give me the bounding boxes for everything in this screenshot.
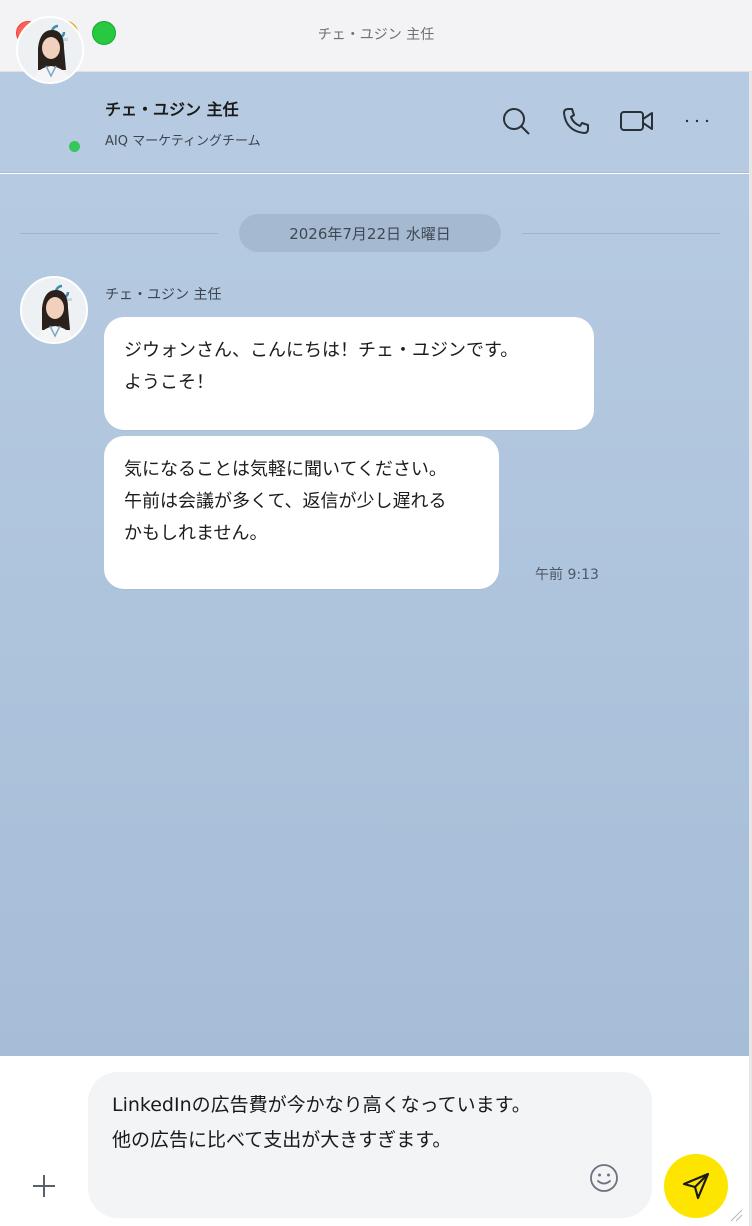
composer-bar: LinkedInの広告費が今かなり高くなっています。 他の広告に比べて支出が大き… [0,1056,749,1226]
contact-team: AIQ マーケティングチーム [105,134,261,149]
avatar-photo [22,278,86,342]
date-divider-left [20,233,218,234]
smiley-icon [590,1164,618,1192]
message-line: かもしれません。 [124,523,268,544]
message-line: ようこそ！ [124,372,214,393]
sender-avatar[interactable] [20,276,88,344]
window-title: チェ・ユジン 主任 [317,27,435,43]
more-options-button[interactable] [680,104,714,138]
emoji-button[interactable] [588,1162,620,1194]
message-line: 午前は会議が多くて、返信が少し遅れる [124,491,447,512]
message-timestamp: 午前 9:13 [535,567,599,583]
date-separator: 2026年7月22日 水曜日 [239,214,501,252]
search-icon [503,108,530,135]
video-call-button[interactable] [617,104,657,138]
phone-icon [563,108,589,134]
sender-name: チェ・ユジン 主任 [105,287,222,303]
contact-avatar[interactable] [16,16,84,84]
video-icon [620,111,653,131]
input-text-line: LinkedInの広告費が今かなり高くなっています。 [112,1094,531,1116]
message-list[interactable]: 2026年7月22日 水曜日 チェ・ユジン 主任 ジウォンさん、こんにちは！チェ… [0,174,749,1056]
input-text-line: 他の広告に比べて支出が大きすぎます。 [112,1129,452,1151]
date-divider-right [522,233,720,234]
resize-grip-icon[interactable] [727,1206,743,1222]
message-bubble[interactable]: 気になることは気軽に聞いてください。 午前は会議が多くて、返信が少し遅れる かも… [104,436,499,589]
title-bar: チェ・ユジン 主任 [0,0,752,72]
send-button[interactable] [664,1154,728,1218]
chat-window: チェ・ユジン 主任 チェ・ユジン 主任 AIQ マーケティングチーム 2026年… [0,0,752,1226]
message-input[interactable]: LinkedInの広告費が今かなり高くなっています。 他の広告に比べて支出が大き… [88,1072,652,1218]
voice-call-button[interactable] [559,104,593,138]
contact-name: チェ・ユジン 主任 [105,100,239,119]
send-icon [682,1172,710,1200]
plus-icon [33,1175,55,1197]
message-line: ジウォンさん、こんにちは！チェ・ユジンです。 [124,340,519,361]
message-line: 気になることは気軽に聞いてください。 [124,459,447,480]
more-icon [685,119,709,123]
online-status-dot [67,139,82,154]
message-bubble[interactable]: ジウォンさん、こんにちは！チェ・ユジンです。 ようこそ！ [104,317,594,430]
attach-button[interactable] [24,1166,64,1206]
search-button[interactable] [499,104,533,138]
